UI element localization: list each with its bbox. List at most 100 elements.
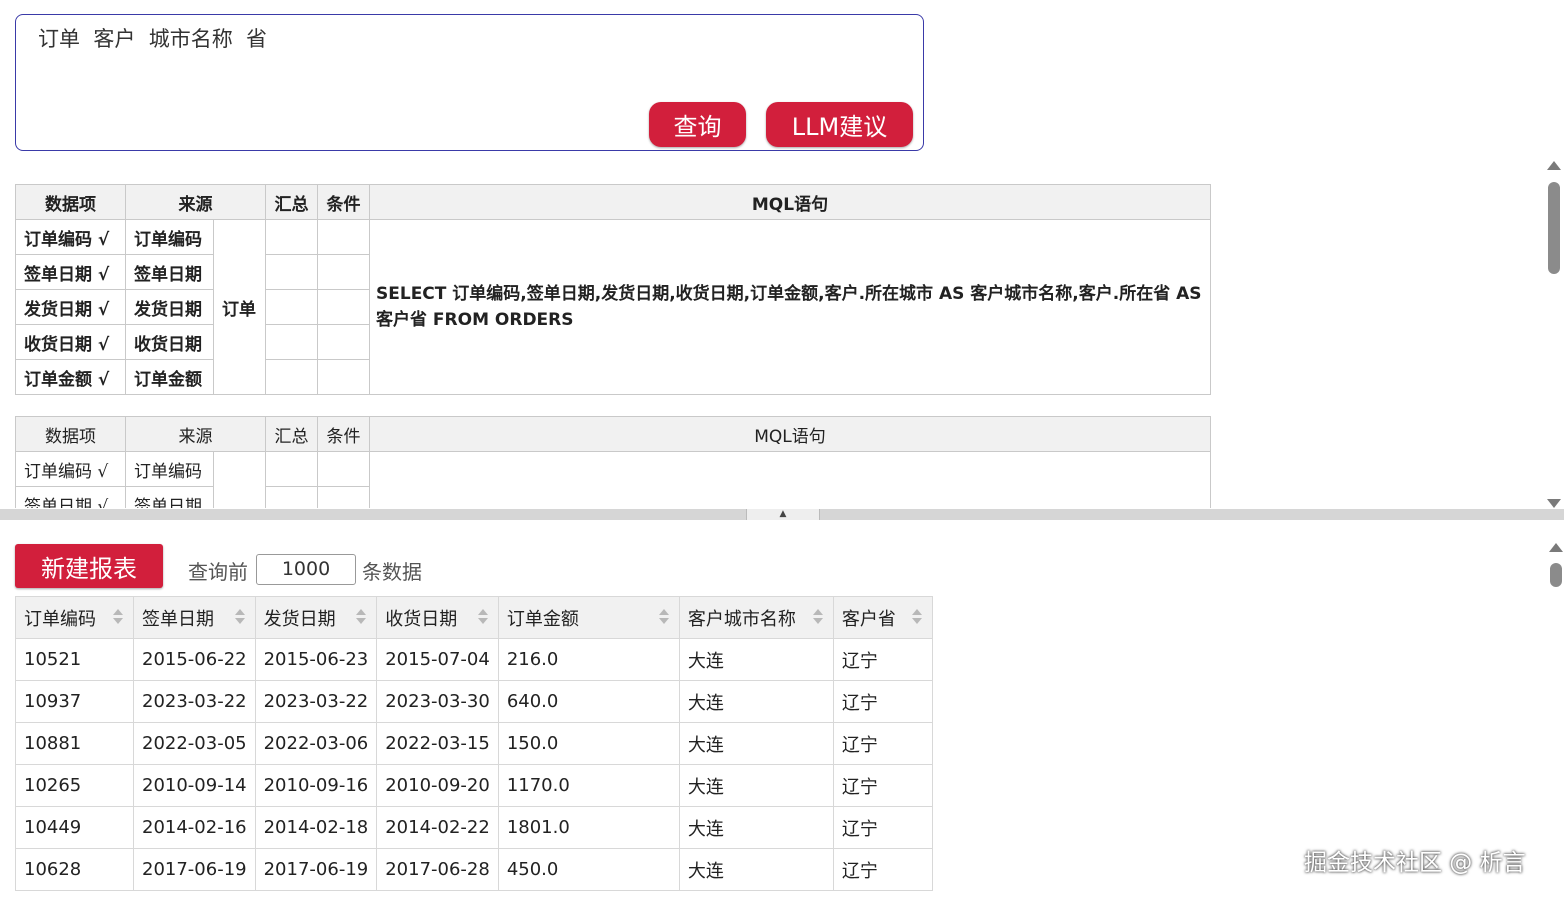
source-field: 收货日期 xyxy=(125,324,214,360)
scroll-thumb[interactable] xyxy=(1548,182,1560,274)
source-field: 签单日期 xyxy=(125,486,214,508)
cell: 2014-02-18 xyxy=(254,806,378,849)
cell: 216.0 xyxy=(497,638,680,681)
sort-icon[interactable] xyxy=(911,609,922,627)
cell: 450.0 xyxy=(497,848,680,891)
upper-scrollbar[interactable] xyxy=(1547,161,1561,508)
aggregate-cell[interactable] xyxy=(265,219,318,255)
mql-statement xyxy=(369,451,1211,508)
sort-icon[interactable] xyxy=(234,609,245,627)
data-item[interactable]: 订单金额 √ xyxy=(15,359,126,395)
condition-cell[interactable] xyxy=(317,219,370,255)
cell: 大连 xyxy=(678,764,834,807)
pane-splitter[interactable]: ▲ xyxy=(0,509,1564,520)
data-item[interactable]: 收货日期 √ xyxy=(15,324,126,360)
column-header[interactable]: 收货日期 xyxy=(376,596,499,639)
source-field: 订单金额 xyxy=(125,359,214,395)
sort-icon[interactable] xyxy=(812,609,823,627)
condition-cell[interactable] xyxy=(317,254,370,290)
table-row[interactable]: 10265 2010-09-14 2010-09-16 2010-09-20 1170.… xyxy=(15,764,933,807)
mql-table-1: 数据项 来源 汇总 条件 MQL语句 订单编码 √ 订单编码 订单 SELECT… xyxy=(15,184,1211,395)
column-label: 订单编码 xyxy=(24,608,96,630)
aggregate-cell[interactable] xyxy=(265,324,318,360)
cell: 10937 xyxy=(15,680,134,723)
table-row[interactable]: 10521 2015-06-22 2015-06-23 2015-07-04 216.0… xyxy=(15,638,933,681)
table-row[interactable]: 10449 2014-02-16 2014-02-18 2014-02-22 1801.… xyxy=(15,806,933,849)
data-item[interactable]: 签单日期 √ xyxy=(15,254,126,290)
table-row[interactable]: 10881 2022-03-05 2022-03-06 2022-03-15 150.0… xyxy=(15,722,933,765)
cell: 大连 xyxy=(678,848,834,891)
column-header[interactable]: 订单编码 xyxy=(15,596,134,639)
cell: 大连 xyxy=(678,806,834,849)
cell: 2022-03-15 xyxy=(376,722,499,765)
query-text[interactable]: 订单 客户 城市名称 省 xyxy=(38,23,267,53)
cell: 大连 xyxy=(678,638,834,681)
source-field: 订单编码 xyxy=(125,451,214,487)
scroll-up-arrow-icon[interactable] xyxy=(1547,161,1561,170)
column-header[interactable]: 订单金额 xyxy=(497,596,680,639)
lower-scrollbar[interactable] xyxy=(1549,543,1563,587)
aggregate-cell[interactable] xyxy=(265,254,318,290)
condition-cell[interactable] xyxy=(317,451,370,487)
new-report-button[interactable]: 新建报表 xyxy=(15,544,163,588)
cell: 2010-09-20 xyxy=(376,764,499,807)
column-header[interactable]: 发货日期 xyxy=(254,596,378,639)
cell: 大连 xyxy=(678,722,834,765)
column-header[interactable]: 签单日期 xyxy=(133,596,256,639)
scroll-thumb[interactable] xyxy=(1550,563,1562,587)
header-source: 来源 xyxy=(125,184,266,220)
aggregate-cell[interactable] xyxy=(265,451,318,487)
llm-suggest-button[interactable]: LLM建议 xyxy=(766,102,913,147)
sort-icon[interactable] xyxy=(113,609,123,627)
aggregate-cell[interactable] xyxy=(265,289,318,325)
cell: 1170.0 xyxy=(497,764,680,807)
sort-icon[interactable] xyxy=(477,609,488,627)
cell: 2023-03-22 xyxy=(133,680,256,723)
aggregate-cell[interactable] xyxy=(265,359,318,395)
header-data-item: 数据项 xyxy=(15,184,126,220)
column-header[interactable]: 客户省 xyxy=(832,596,933,639)
row-limit-input[interactable]: 1000 xyxy=(256,554,356,585)
header-aggregate: 汇总 xyxy=(265,416,318,452)
header-condition: 条件 xyxy=(317,184,370,220)
data-item[interactable]: 订单编码 √ xyxy=(15,451,126,487)
column-label: 客户省 xyxy=(841,608,896,630)
condition-cell[interactable] xyxy=(317,486,370,508)
watermark: 掘金技术社区 @ 析言 xyxy=(1304,850,1526,876)
data-item[interactable]: 签单日期 √ xyxy=(15,486,126,508)
column-label: 收货日期 xyxy=(385,608,458,630)
condition-cell[interactable] xyxy=(317,359,370,395)
condition-cell[interactable] xyxy=(317,289,370,325)
cell: 2022-03-06 xyxy=(254,722,378,765)
condition-cell[interactable] xyxy=(317,324,370,360)
column-label: 签单日期 xyxy=(142,608,214,630)
scroll-down-arrow-icon[interactable] xyxy=(1547,499,1561,508)
mql-pane: 数据项 来源 汇总 条件 MQL语句 订单编码 √ 订单编码 订单 SELECT… xyxy=(0,160,1546,508)
cell: 2014-02-16 xyxy=(133,806,256,849)
scroll-up-arrow-icon[interactable] xyxy=(1549,543,1563,552)
cell: 10628 xyxy=(15,848,134,891)
data-item[interactable]: 发货日期 √ xyxy=(15,289,126,325)
query-textarea[interactable]: 订单 客户 城市名称 省 查询 LLM建议 xyxy=(15,14,924,151)
column-label: 订单金额 xyxy=(506,608,579,630)
sort-icon[interactable] xyxy=(658,609,669,627)
sort-icon[interactable] xyxy=(356,609,367,627)
table-row[interactable]: 10937 2023-03-22 2023-03-22 2023-03-30 640.0… xyxy=(15,680,933,723)
header-aggregate: 汇总 xyxy=(265,184,318,220)
aggregate-cell[interactable] xyxy=(265,486,318,508)
limit-suffix-label: 条数据 xyxy=(362,560,422,584)
column-header[interactable]: 客户城市名称 xyxy=(678,596,834,639)
cell: 辽宁 xyxy=(832,806,933,849)
cell: 2023-03-22 xyxy=(254,680,378,723)
cell: 2017-06-28 xyxy=(376,848,499,891)
query-button[interactable]: 查询 xyxy=(649,102,746,147)
header-source: 来源 xyxy=(125,416,266,452)
cell: 10881 xyxy=(15,722,134,765)
collapse-chevron-up-icon[interactable]: ▲ xyxy=(746,509,820,520)
column-label: 发货日期 xyxy=(263,608,336,630)
source-table: 订单 xyxy=(213,219,266,395)
data-item[interactable]: 订单编码 √ xyxy=(15,219,126,255)
cell: 2023-03-30 xyxy=(376,680,499,723)
table-row[interactable]: 10628 2017-06-19 2017-06-19 2017-06-28 450.0… xyxy=(15,848,933,891)
source-table xyxy=(213,451,266,508)
